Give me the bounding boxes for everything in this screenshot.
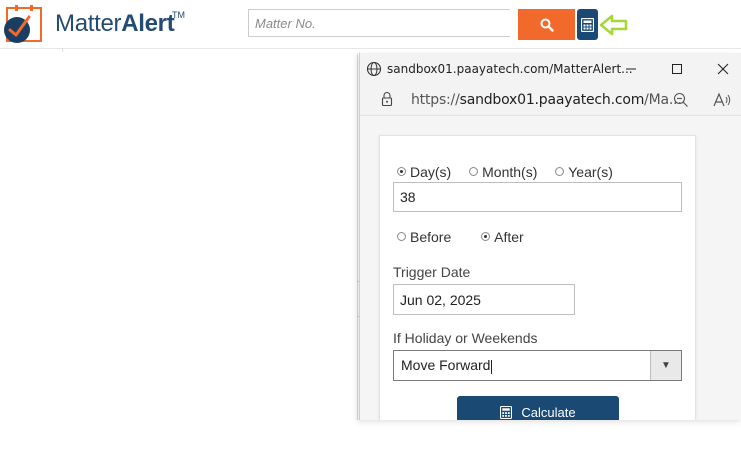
unit-radio-group: Day(s) Month(s) Year(s) [397, 163, 627, 180]
popup-url: https://sandbox01.paayatech.com/Ma... [411, 92, 682, 108]
background-panel-edge [357, 54, 358, 420]
calculator-popup-window: sandbox01.paayatech.com/MatterAlert... h… [359, 53, 741, 420]
matter-search-input[interactable] [248, 9, 510, 37]
trigger-date-label: Trigger Date [393, 264, 471, 280]
zoom-out-icon[interactable] [672, 91, 690, 109]
read-aloud-icon[interactable] [712, 91, 732, 109]
globe-icon [366, 61, 382, 77]
holiday-rule-label: If Holiday or Weekends [393, 330, 538, 346]
arrow-left-icon [599, 14, 628, 36]
minimize-icon[interactable] [616, 59, 646, 79]
popup-titlebar[interactable]: sandbox01.paayatech.com/MatterAlert... [360, 53, 741, 85]
lock-icon[interactable] [380, 91, 394, 107]
radio-before[interactable]: Before [397, 229, 451, 245]
radio-button-icon [397, 232, 406, 241]
calculate-button[interactable]: Calculate [457, 396, 619, 420]
radio-days[interactable]: Day(s) [397, 164, 451, 180]
logo-icon [4, 5, 42, 43]
date-calculator-form: Day(s) Month(s) Year(s) 38 Before After … [379, 135, 696, 420]
radio-after[interactable]: After [481, 229, 524, 245]
logo-trademark: TM [172, 10, 185, 20]
calculator-icon [581, 17, 594, 32]
radio-button-icon [397, 167, 406, 176]
popup-content: Day(s) Month(s) Year(s) 38 Before After … [360, 115, 741, 420]
text-cursor [491, 359, 493, 374]
calculator-icon [500, 405, 513, 419]
trigger-date-input[interactable]: Jun 02, 2025 [393, 284, 575, 315]
popup-window-title: sandbox01.paayatech.com/MatterAlert... [387, 62, 633, 76]
app-header: MatterAlert TM [0, 0, 741, 49]
direction-radio-group: Before After [397, 228, 538, 245]
calculator-button[interactable] [577, 9, 598, 40]
radio-button-icon [481, 232, 491, 241]
radio-months[interactable]: Month(s) [469, 164, 537, 180]
logo-wordmark: MatterAlert [55, 10, 175, 37]
radio-years[interactable]: Year(s) [555, 164, 613, 180]
holiday-rule-value: Move Forward [401, 357, 493, 374]
dropdown-arrow-icon[interactable]: ▼ [650, 351, 681, 380]
radio-button-icon [555, 167, 565, 176]
maximize-icon[interactable] [662, 59, 692, 79]
holiday-rule-select[interactable]: Move Forward ▼ [393, 350, 682, 381]
close-icon[interactable] [708, 59, 738, 79]
search-icon [540, 18, 554, 32]
count-input[interactable]: 38 [393, 182, 682, 212]
background-divider [62, 48, 63, 52]
search-button[interactable] [518, 9, 575, 40]
radio-button-icon [469, 167, 479, 176]
